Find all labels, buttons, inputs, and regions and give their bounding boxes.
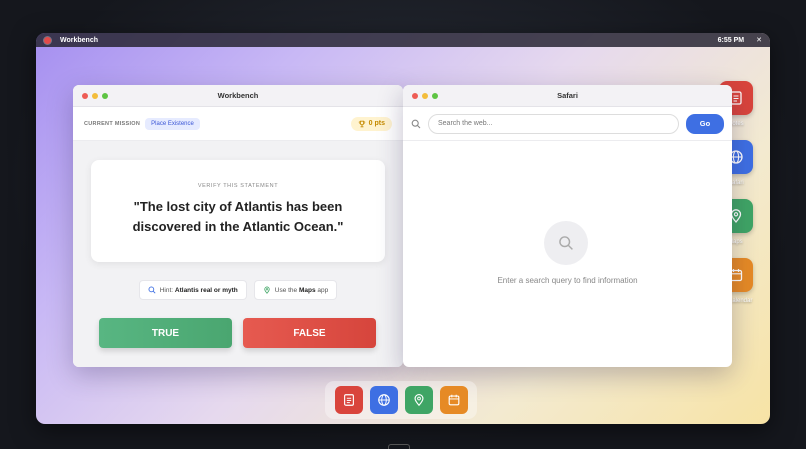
card-label: VERIFY THIS STATEMENT <box>197 183 279 189</box>
menubar-app-name[interactable]: Workbench <box>60 37 98 44</box>
points-badge: 0 pts <box>350 116 392 131</box>
dock-browser-icon[interactable] <box>369 386 398 414</box>
search-icon <box>411 119 421 128</box>
app-logo-icon[interactable] <box>44 36 51 44</box>
dock-notes-icon[interactable] <box>334 386 363 414</box>
zoom-window-button[interactable] <box>432 93 438 99</box>
dock-calendar-icon[interactable] <box>439 386 468 414</box>
search-icon <box>559 236 573 250</box>
maps-prefix: Use the <box>274 286 299 294</box>
search-input[interactable]: Search the web... <box>428 113 679 134</box>
workbench-content: VERIFY THIS STATEMENT "The lost city of … <box>73 141 403 367</box>
workbench-title: Workbench <box>217 91 259 100</box>
menubar-clock: 6:55 PM <box>717 36 745 44</box>
bottom-edge-mark <box>388 444 410 449</box>
true-button[interactable]: TRUE <box>99 318 232 348</box>
close-icon[interactable]: ✕ <box>756 36 762 44</box>
workbench-titlebar[interactable]: Workbench <box>73 85 403 107</box>
safari-titlebar[interactable]: Safari <box>403 85 732 107</box>
false-button[interactable]: FALSE <box>243 318 376 348</box>
safari-window: Safari Search the web... Go Enter a sear… <box>403 85 732 367</box>
dock-maps-icon[interactable] <box>404 386 433 414</box>
mission-bar: CURRENT MISSION Place Existence 0 pts <box>73 107 403 141</box>
safari-search-bar: Search the web... Go <box>403 107 732 141</box>
workbench-window: Workbench CURRENT MISSION Place Existenc… <box>73 85 403 367</box>
search-icon <box>148 286 156 294</box>
empty-state-message: Enter a search query to find information <box>497 276 638 285</box>
close-window-button[interactable] <box>82 93 88 99</box>
use-maps-button[interactable]: Use the Maps app <box>253 280 338 300</box>
statement-text: "The lost city of Atlantis has been disc… <box>132 199 344 234</box>
maps-suffix: app <box>315 286 329 294</box>
safari-title: Safari <box>557 91 578 100</box>
minimize-window-button[interactable] <box>422 93 428 99</box>
close-window-button[interactable] <box>412 93 418 99</box>
hint-row: Hint: Atlantis real or myth Use the Maps… <box>73 280 403 300</box>
hint-search-button[interactable]: Hint: Atlantis real or myth <box>138 280 247 300</box>
zoom-window-button[interactable] <box>102 93 108 99</box>
minimize-window-button[interactable] <box>92 93 98 99</box>
statement-card: VERIFY THIS STATEMENT "The lost city of … <box>91 160 385 262</box>
menu-bar: Workbench 6:55 PM ✕ <box>36 33 770 47</box>
empty-state-circle <box>544 221 588 265</box>
points-value: 0 pts <box>368 120 385 127</box>
mission-name-badge: Place Existence <box>145 117 200 130</box>
go-button[interactable]: Go <box>686 113 724 134</box>
maps-app-name: Maps <box>298 286 316 294</box>
hint-query: Atlantis real or myth <box>174 286 238 294</box>
mission-label: CURRENT MISSION <box>84 120 141 127</box>
trophy-icon <box>358 120 365 127</box>
map-pin-icon <box>264 286 270 294</box>
desktop-screen: Workbench 6:55 PM ✕ Notes Safari Maps Ca… <box>36 33 770 424</box>
dock <box>325 381 477 419</box>
hint-prefix: Hint: <box>159 286 175 294</box>
